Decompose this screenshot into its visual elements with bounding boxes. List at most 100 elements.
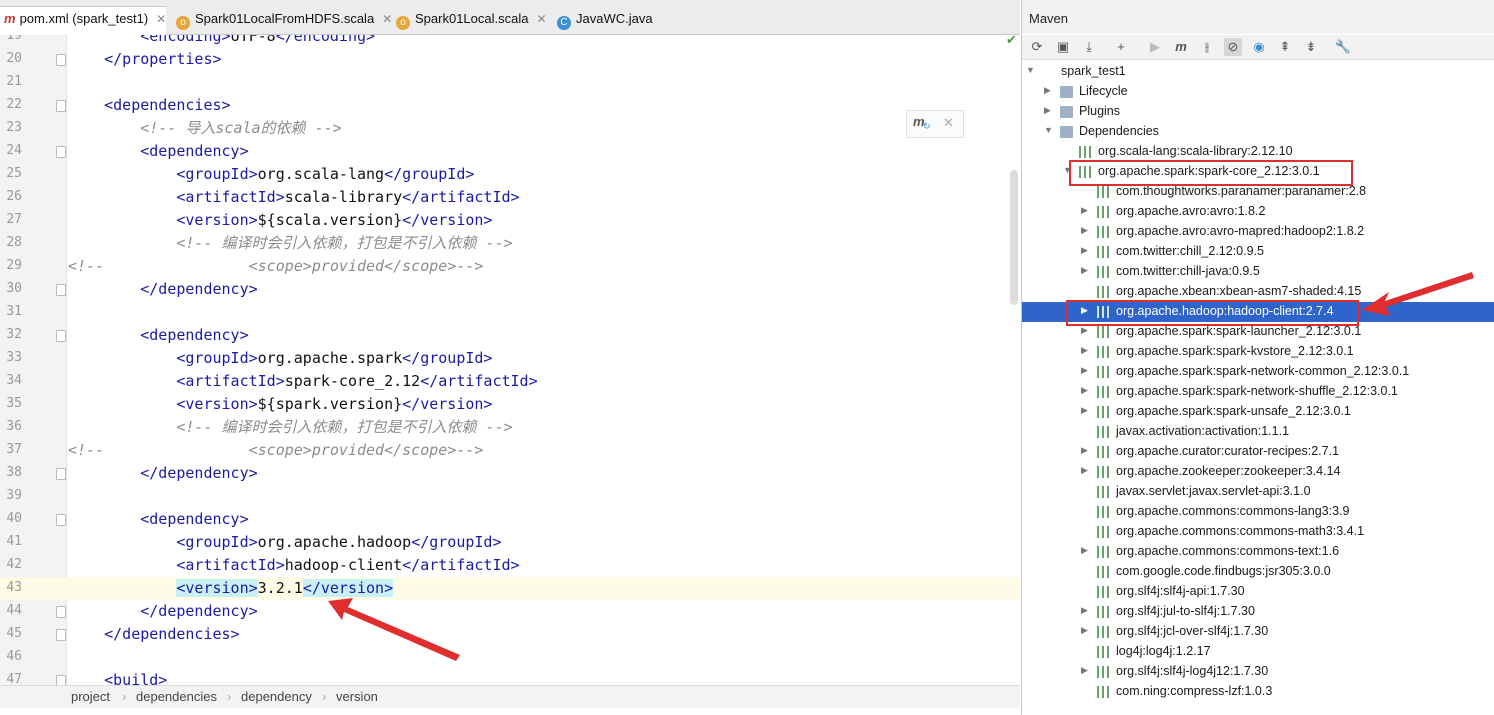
code-line[interactable]: 27 <version>${scala.version}</version> [0, 209, 1020, 232]
refresh-icon[interactable]: ⟳ [1028, 38, 1046, 56]
expand-arrow-right-icon[interactable]: ▶ [1081, 545, 1088, 556]
expand-arrow-right-icon[interactable]: ▶ [1044, 85, 1051, 96]
code-line[interactable]: 32 <dependency> [0, 324, 1020, 347]
code-line[interactable]: 43 <version>3.2.1</version> [0, 577, 1020, 600]
expand-arrow-right-icon[interactable]: ▶ [1081, 445, 1088, 456]
fold-marker-icon[interactable] [56, 100, 66, 112]
code-line[interactable]: 36 <!-- 编译时会引入依赖，打包是不引入依赖 --> [0, 416, 1020, 439]
show-dependencies-icon[interactable]: ◉ [1250, 38, 1268, 56]
maven-tree-node[interactable]: ▶ org.slf4j:jcl-over-slf4j:1.7.30 [1022, 622, 1494, 642]
code-line[interactable]: 44 </dependency> [0, 600, 1020, 623]
code-line[interactable]: 34 <artifactId>spark-core_2.12</artifact… [0, 370, 1020, 393]
code-editor[interactable]: 19 <encoding>UTF-8</encoding> 20 </proper… [0, 35, 1020, 685]
breadcrumb-item[interactable]: dependencies [136, 689, 217, 704]
download-icon[interactable]: ⤓ [1080, 38, 1098, 56]
expand-arrow-down-icon[interactable]: ▼ [1026, 65, 1035, 75]
maven-tree-node[interactable]: ▶ com.twitter:chill_2.12:0.9.5 [1022, 242, 1494, 262]
maven-tree-node[interactable]: ▶ com.twitter:chill-java:0.9.5 [1022, 262, 1494, 282]
maven-tree-node[interactable]: log4j:log4j:1.2.17 [1022, 642, 1494, 662]
maven-tree-node[interactable]: ▶ org.slf4j:jul-to-slf4j:1.7.30 [1022, 602, 1494, 622]
code-line[interactable]: 45 </dependencies> [0, 623, 1020, 646]
code-line[interactable]: 29 <!-- <scope>provided</scope>--> [0, 255, 1020, 278]
maven-tree-node[interactable]: com.google.code.findbugs:jsr305:3.0.0 [1022, 562, 1494, 582]
maven-tree-node[interactable]: ▶ org.apache.spark:spark-network-common_2… [1022, 362, 1494, 382]
expand-arrow-right-icon[interactable]: ▶ [1081, 605, 1088, 616]
code-line[interactable]: 30 </dependency> [0, 278, 1020, 301]
maven-tree-node[interactable]: ▼ Dependencies [1022, 122, 1494, 142]
close-icon[interactable]: ✕ [536, 12, 546, 26]
expand-arrow-right-icon[interactable]: ▶ [1081, 245, 1088, 256]
code-line[interactable]: 37 <!-- <scope>provided</scope>--> [0, 439, 1020, 462]
fold-marker-icon[interactable] [56, 146, 66, 158]
fold-marker-icon[interactable] [56, 606, 66, 618]
tab-spark01localfromhdfs[interactable]: o Spark01LocalFromHDFS.scala ✕ [172, 8, 392, 34]
tab-javawc[interactable]: C JavaWC.java [553, 8, 653, 34]
maven-tree-node[interactable]: javax.activation:activation:1.1.1 [1022, 422, 1494, 442]
settings-wrench-icon[interactable]: 🔧 [1334, 38, 1352, 56]
close-icon[interactable]: ✕ [943, 115, 954, 131]
maven-tree-node[interactable]: ▶ org.apache.spark:spark-network-shuffle_… [1022, 382, 1494, 402]
tab-spark01local[interactable]: o Spark01Local.scala ✕ [392, 8, 547, 34]
close-icon[interactable]: ✕ [156, 12, 166, 26]
fold-marker-icon[interactable] [56, 514, 66, 526]
plus-icon[interactable]: + [1112, 38, 1130, 56]
expand-arrow-right-icon[interactable]: ▶ [1081, 625, 1088, 636]
maven-tree-node[interactable]: org.apache.commons:commons-lang3:3.9 [1022, 502, 1494, 522]
code-line[interactable]: 25 <groupId>org.scala-lang</groupId> [0, 163, 1020, 186]
maven-tree-node[interactable]: ▶ org.apache.curator:curator-recipes:2.7.… [1022, 442, 1494, 462]
maven-project-tree[interactable]: ▼ spark_test1 ▶ Lifecycle ▶ Plugins ▼ Dependenc… [1022, 60, 1494, 715]
maven-tree-node[interactable]: ▼ spark_test1 [1022, 62, 1494, 82]
code-line[interactable]: 20 </properties> [0, 48, 1020, 71]
expand-arrow-right-icon[interactable]: ▶ [1081, 365, 1088, 376]
maven-tree-node[interactable]: ▶ org.apache.zookeeper:zookeeper:3.4.14 [1022, 462, 1494, 482]
maven-tree-node[interactable]: ▶ org.apache.avro:avro:1.8.2 [1022, 202, 1494, 222]
fold-marker-icon[interactable] [56, 629, 66, 641]
maven-tree-node[interactable]: ▶ org.apache.avro:avro-mapred:hadoop2:1.8… [1022, 222, 1494, 242]
code-line[interactable]: 24 <dependency> [0, 140, 1020, 163]
code-line[interactable]: 47 <build> [0, 669, 1020, 685]
expand-arrow-right-icon[interactable]: ▶ [1081, 265, 1088, 276]
expand-arrow-right-icon[interactable]: ▶ [1044, 105, 1051, 116]
expand-arrow-right-icon[interactable]: ▶ [1081, 325, 1088, 336]
vertical-scrollbar[interactable] [1010, 170, 1018, 305]
toggle-offline-icon[interactable]: ⫲ [1198, 38, 1216, 56]
code-line[interactable]: 42 <artifactId>hadoop-client</artifactId… [0, 554, 1020, 577]
expand-arrow-right-icon[interactable]: ▶ [1081, 385, 1088, 396]
maven-tree-node[interactable]: com.ning:compress-lzf:1.0.3 [1022, 682, 1494, 702]
maven-tree-node[interactable]: ▶ Lifecycle [1022, 82, 1494, 102]
expand-arrow-right-icon[interactable]: ▶ [1081, 205, 1088, 216]
expand-arrow-right-icon[interactable]: ▶ [1081, 465, 1088, 476]
maven-reload-popup[interactable]: m ↻ ✕ [906, 110, 964, 138]
run-icon[interactable]: ▶ [1146, 38, 1164, 56]
expand-arrow-down-icon[interactable]: ▼ [1044, 125, 1053, 135]
breadcrumb-item[interactable]: version [336, 689, 378, 704]
maven-goal-icon[interactable]: m [1172, 38, 1190, 56]
maven-tree-node[interactable]: org.scala-lang:scala-library:2.12.10 [1022, 142, 1494, 162]
maven-tree-node[interactable]: ▶ Plugins [1022, 102, 1494, 122]
maven-tree-node[interactable]: javax.servlet:javax.servlet-api:3.1.0 [1022, 482, 1494, 502]
add-project-icon[interactable]: ▣ [1054, 38, 1072, 56]
code-line[interactable]: 26 <artifactId>scala-library</artifactId… [0, 186, 1020, 209]
fold-marker-icon[interactable] [56, 330, 66, 342]
maven-tree-node[interactable]: ▶ org.slf4j:slf4j-log4j12:1.7.30 [1022, 662, 1494, 682]
fold-marker-icon[interactable] [56, 675, 66, 685]
skip-tests-icon[interactable]: ⊘ [1224, 38, 1242, 56]
code-line[interactable]: 19 <encoding>UTF-8</encoding> [0, 35, 1020, 48]
code-line[interactable]: 46 [0, 646, 1020, 669]
code-line[interactable]: 23 <!-- 导入scala的依赖 --> [0, 117, 1020, 140]
tab-pom-xml[interactable]: m pom.xml (spark_test1) ✕ [0, 6, 167, 35]
close-icon[interactable]: ✕ [382, 12, 392, 26]
maven-tree-node[interactable]: ▶ org.apache.commons:commons-text:1.6 [1022, 542, 1494, 562]
maven-tree-node[interactable]: ▶ org.apache.spark:spark-unsafe_2.12:3.0.… [1022, 402, 1494, 422]
code-line[interactable]: 28 <!-- 编译时会引入依赖，打包是不引入依赖 --> [0, 232, 1020, 255]
code-line[interactable]: 22 <dependencies> [0, 94, 1020, 117]
maven-tree-node[interactable]: org.apache.xbean:xbean-asm7-shaded:4.15 [1022, 282, 1494, 302]
breadcrumb-item[interactable]: dependency [241, 689, 312, 704]
expand-arrow-right-icon[interactable]: ▶ [1081, 345, 1088, 356]
expand-all-icon[interactable]: ⇟ [1302, 38, 1320, 56]
fold-marker-icon[interactable] [56, 468, 66, 480]
expand-arrow-right-icon[interactable]: ▶ [1081, 405, 1088, 416]
expand-arrow-right-icon[interactable]: ▶ [1081, 225, 1088, 236]
maven-tree-node[interactable]: org.slf4j:slf4j-api:1.7.30 [1022, 582, 1494, 602]
code-line[interactable]: 41 <groupId>org.apache.hadoop</groupId> [0, 531, 1020, 554]
